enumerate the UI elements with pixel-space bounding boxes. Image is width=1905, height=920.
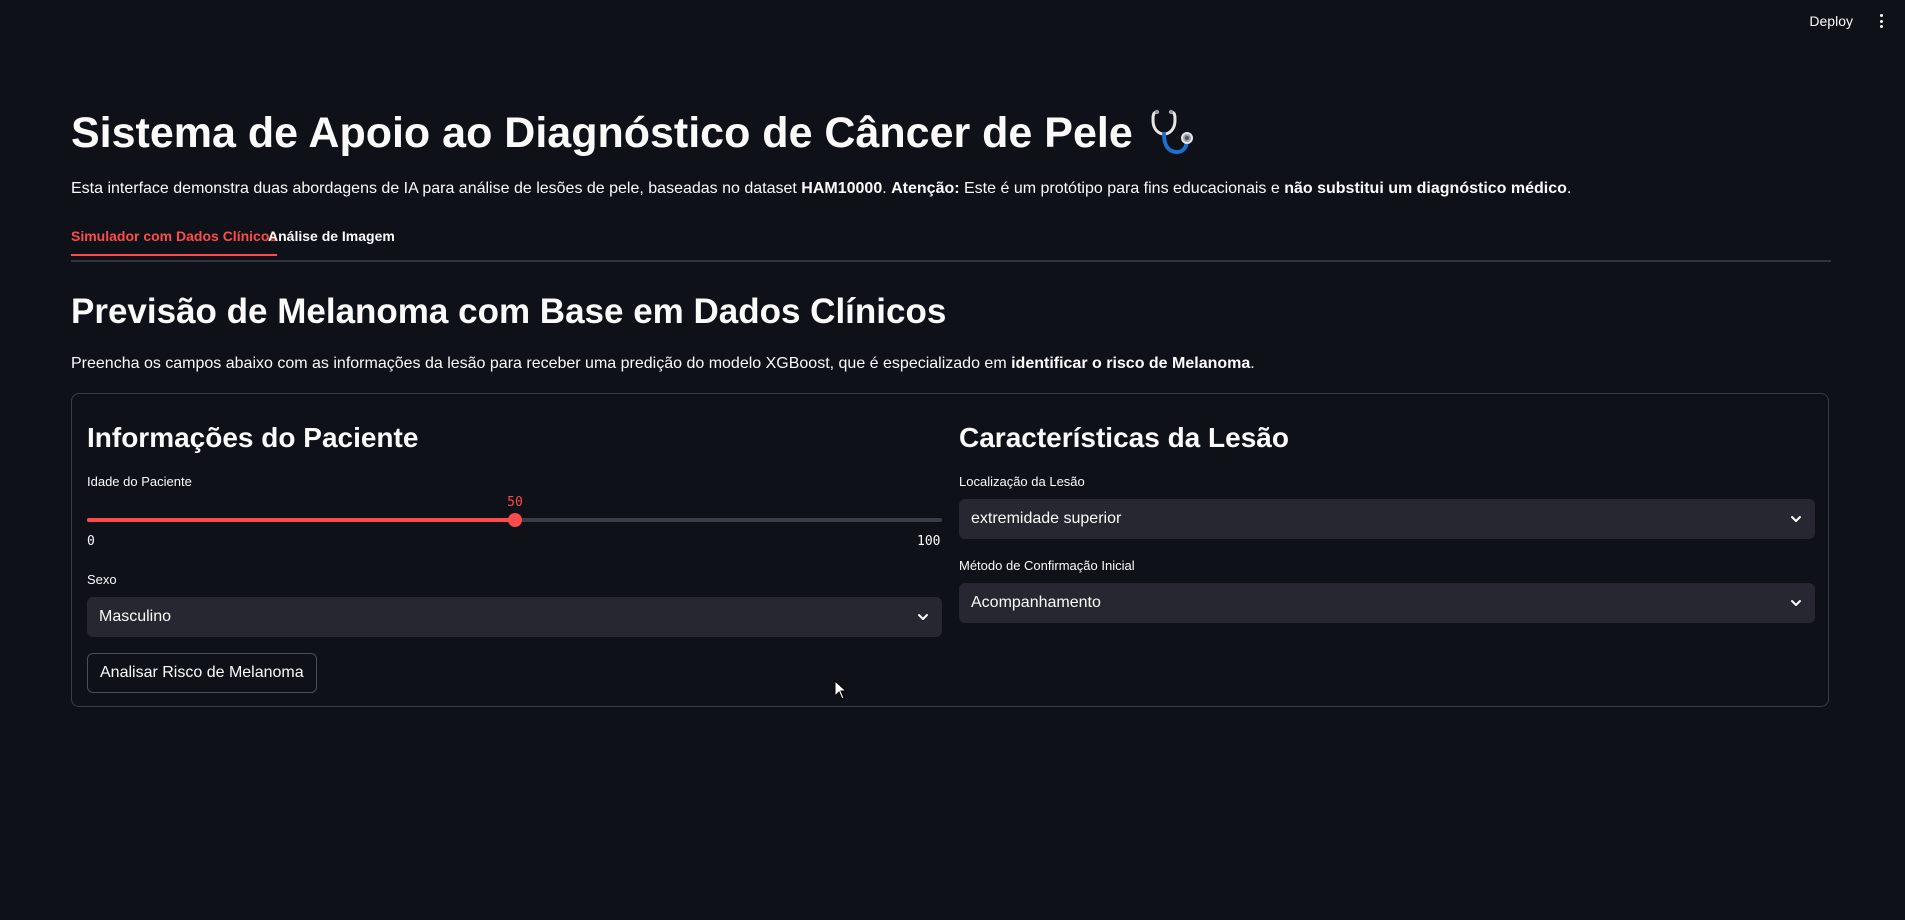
chevron-down-icon — [1791, 516, 1801, 522]
location-select[interactable]: extremidade superior — [959, 499, 1815, 539]
tab-bar: Simulador com Dados Clínicos Análise de … — [71, 224, 1831, 262]
attention-label: Atenção: — [891, 180, 960, 197]
deploy-button[interactable]: Deploy — [1809, 13, 1853, 29]
location-label: Localização da Lesão — [959, 474, 1085, 489]
chevron-down-icon — [1791, 600, 1801, 606]
sex-select[interactable]: Masculino — [87, 597, 942, 637]
lesion-characteristics-title: Características da Lesão — [959, 422, 1289, 453]
tab-image-analysis[interactable]: Análise de Imagem — [268, 228, 395, 254]
age-slider-value: 50 — [507, 495, 523, 510]
analyze-risk-button[interactable]: Analisar Risco de Melanoma — [87, 653, 317, 693]
top-bar: Deploy — [0, 0, 1905, 44]
location-select-value: extremidade superior — [971, 510, 1122, 527]
patient-info-title: Informações do Paciente — [87, 422, 419, 453]
age-slider-max: 100 — [917, 534, 941, 549]
disclaimer-text: não substitui um diagnóstico médico — [1284, 180, 1567, 197]
tab-clinical-simulator[interactable]: Simulador com Dados Clínicos — [71, 228, 278, 256]
chevron-down-icon — [918, 614, 928, 620]
stethoscope-icon — [1151, 109, 1193, 155]
age-slider[interactable] — [87, 513, 942, 527]
mouse-cursor-icon — [834, 680, 848, 700]
clinical-form: Informações do Paciente Idade do Pacient… — [71, 393, 1829, 707]
sex-label: Sexo — [87, 572, 117, 587]
age-slider-thumb[interactable] — [508, 513, 522, 527]
confirmation-method-select[interactable]: Acompanhamento — [959, 583, 1815, 623]
confirmation-method-value: Acompanhamento — [971, 594, 1101, 611]
page-title: Sistema de Apoio ao Diagnóstico de Cânce… — [71, 108, 1197, 158]
age-slider-min: 0 — [87, 534, 95, 549]
intro-text: Esta interface demonstra duas abordagens… — [71, 180, 1572, 197]
section-description: Preencha os campos abaixo com as informa… — [71, 355, 1255, 372]
sex-select-value: Masculino — [99, 608, 172, 625]
dataset-name: HAM10000 — [801, 180, 883, 197]
vertical-dots-icon[interactable] — [1873, 12, 1889, 30]
age-label: Idade do Paciente — [87, 474, 192, 489]
page-title-text: Sistema de Apoio ao Diagnóstico de Cânce… — [71, 108, 1133, 157]
age-slider-fill — [87, 518, 515, 522]
confirmation-method-label: Método de Confirmação Inicial — [959, 558, 1135, 573]
section-title: Previsão de Melanoma com Base em Dados C… — [71, 292, 947, 331]
